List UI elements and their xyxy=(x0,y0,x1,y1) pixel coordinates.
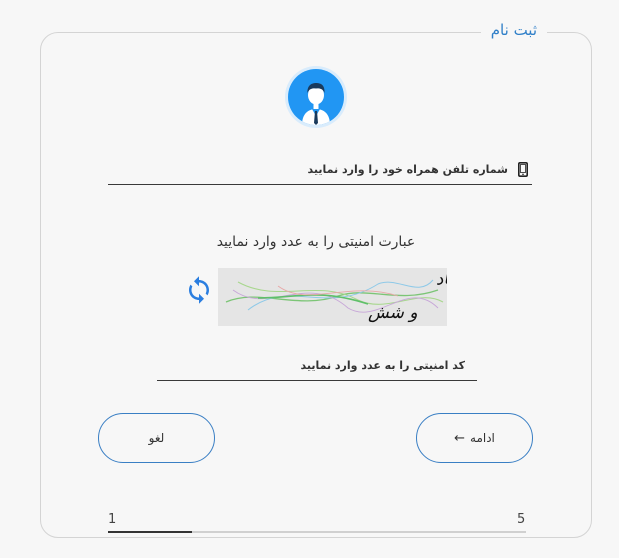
mobile-phone-icon xyxy=(518,162,528,181)
arrow-left-icon: ← xyxy=(454,430,466,446)
progress-track xyxy=(108,531,526,533)
phone-field xyxy=(108,154,532,185)
captcha-label: عبارت امنیتی را به عدد وارد نمایید xyxy=(216,234,416,250)
current-step: 1 xyxy=(108,512,117,527)
captcha-text-line2: و شش xyxy=(368,303,418,323)
continue-label: ادامه xyxy=(470,431,495,445)
form-title: ثبت نام xyxy=(480,19,547,41)
user-avatar-icon xyxy=(288,69,344,125)
total-steps: 5 xyxy=(517,512,526,527)
captcha-text-line1: یک هزار و یکصد و هفتاد xyxy=(435,268,447,290)
continue-button[interactable]: ادامه ← xyxy=(416,413,533,463)
progress-fill xyxy=(108,531,192,533)
security-code-input[interactable] xyxy=(157,351,465,380)
cancel-button[interactable]: لغو xyxy=(98,413,215,463)
security-code-field xyxy=(157,351,477,381)
refresh-icon[interactable] xyxy=(184,275,214,309)
captcha-image: یک هزار و یکصد و هفتاد و شش xyxy=(218,268,447,326)
phone-input[interactable] xyxy=(108,154,508,184)
cancel-label: لغو xyxy=(148,431,165,445)
